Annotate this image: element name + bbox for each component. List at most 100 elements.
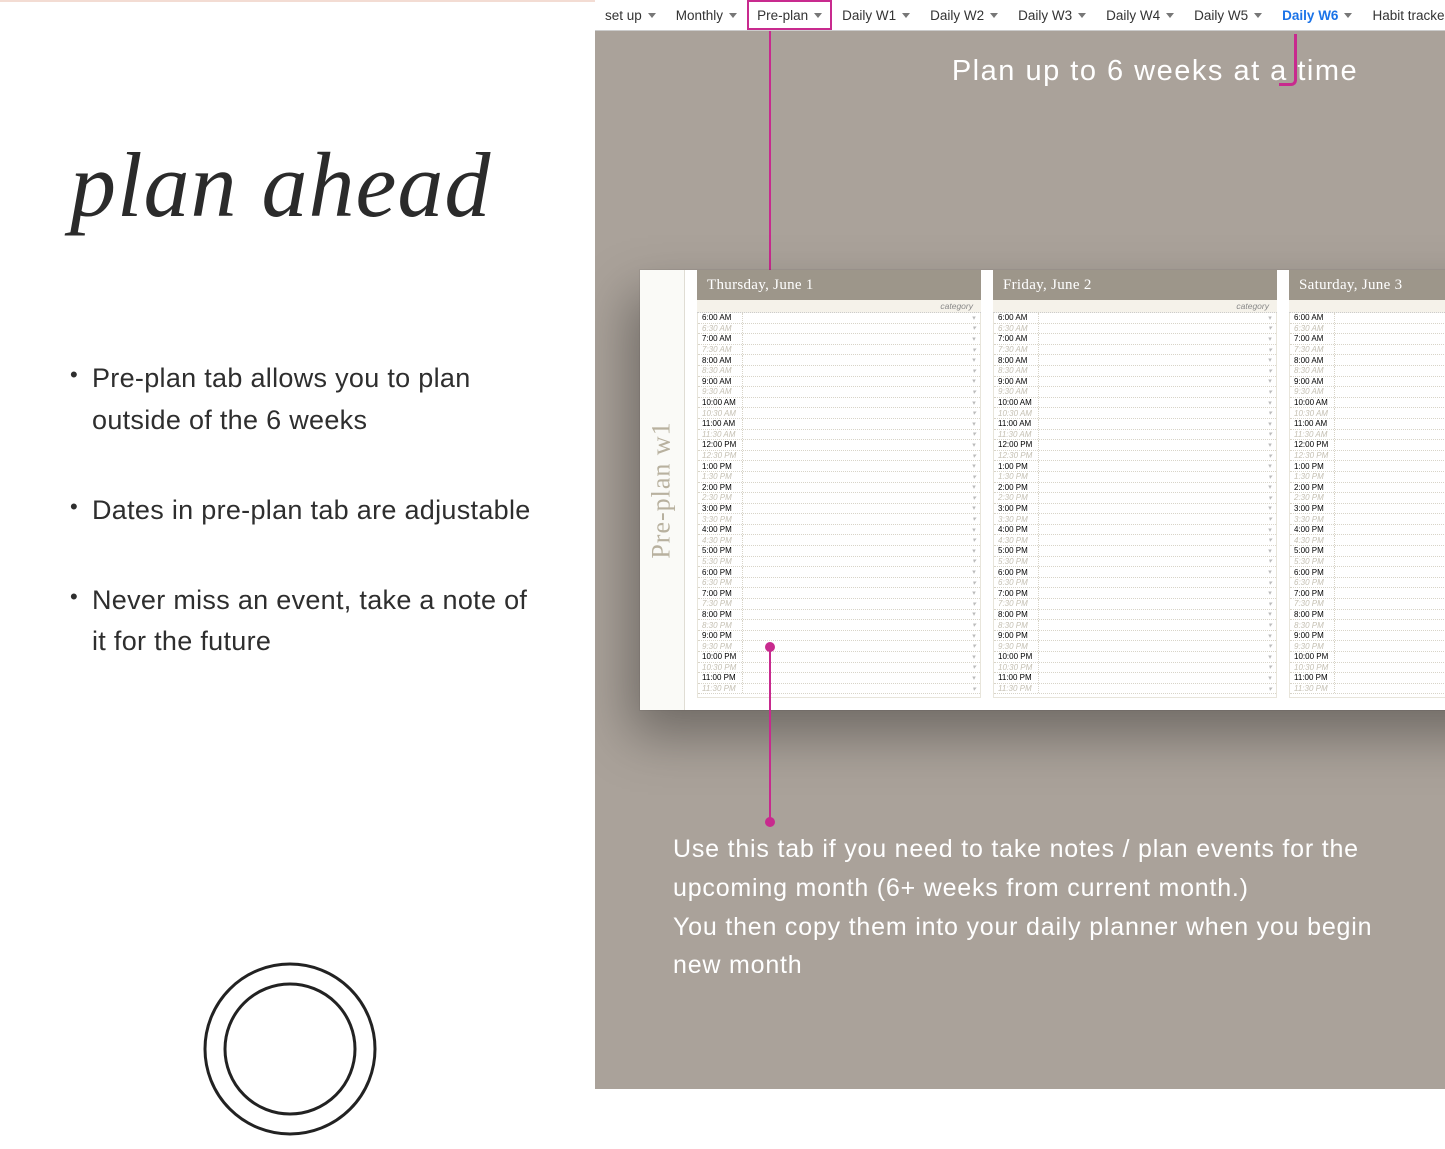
time-row[interactable]: 11:00 AM▾ [1290,419,1445,430]
chevron-down-icon[interactable]: ▾ [968,621,980,629]
time-cell[interactable] [1334,377,1445,387]
time-cell[interactable] [742,504,968,514]
time-row[interactable]: 9:00 AM▾ [994,377,1276,388]
time-row[interactable]: 3:30 PM▾ [994,514,1276,525]
time-row[interactable]: 11:30 PM▾ [1290,684,1445,695]
time-row[interactable]: 2:30 PM▾ [994,493,1276,504]
time-row[interactable]: 6:00 AM▾ [994,313,1276,324]
time-row[interactable]: 6:30 PM▾ [698,578,980,589]
time-cell[interactable] [1038,408,1264,418]
time-cell[interactable] [1334,535,1445,545]
chevron-down-icon[interactable]: ▾ [968,335,980,343]
time-row[interactable]: 11:30 AM▾ [698,430,980,441]
chevron-down-icon[interactable]: ▾ [968,600,980,608]
chevron-down-icon[interactable]: ▾ [968,557,980,565]
time-cell[interactable] [742,451,968,461]
time-cell[interactable] [742,578,968,588]
time-cell[interactable] [742,493,968,503]
time-row[interactable]: 10:30 PM▾ [1290,663,1445,674]
time-row[interactable]: 1:30 PM▾ [698,472,980,483]
chevron-down-icon[interactable]: ▾ [968,526,980,534]
time-row[interactable]: 7:30 AM▾ [698,345,980,356]
time-row[interactable]: 4:30 PM▾ [994,535,1276,546]
chevron-down-icon[interactable]: ▾ [968,674,980,682]
chevron-down-icon[interactable]: ▾ [1264,356,1276,364]
time-cell[interactable] [1038,557,1264,567]
time-cell[interactable] [742,324,968,334]
time-row[interactable]: 8:00 AM▾ [698,355,980,366]
time-cell[interactable] [1038,673,1264,683]
time-row[interactable]: 7:00 PM▾ [1290,588,1445,599]
chevron-down-icon[interactable]: ▾ [968,547,980,555]
chevron-down-icon[interactable]: ▾ [968,377,980,385]
time-cell[interactable] [742,535,968,545]
time-row[interactable]: 9:00 PM▾ [1290,631,1445,642]
time-cell[interactable] [1038,610,1264,620]
time-row[interactable]: 3:00 PM▾ [698,504,980,515]
time-row[interactable]: 9:30 PM▾ [994,641,1276,652]
chevron-down-icon[interactable] [729,13,737,18]
time-row[interactable]: 11:00 AM▾ [994,419,1276,430]
time-cell[interactable] [742,673,968,683]
time-row[interactable]: 11:30 PM▾ [994,684,1276,695]
time-cell[interactable] [1334,355,1445,365]
sheet-tab[interactable]: Daily W4 [1096,0,1184,30]
time-row[interactable]: 7:00 PM▾ [698,588,980,599]
time-cell[interactable] [742,345,968,355]
time-cell[interactable] [1038,504,1264,514]
time-cell[interactable] [742,641,968,651]
time-row[interactable]: 9:30 PM▾ [698,641,980,652]
time-cell[interactable] [742,419,968,429]
time-row[interactable]: 11:00 AM▾ [698,419,980,430]
time-cell[interactable] [1038,451,1264,461]
time-cell[interactable] [1334,684,1445,694]
time-cell[interactable] [1038,641,1264,651]
time-cell[interactable] [1038,567,1264,577]
time-cell[interactable] [1334,313,1445,323]
chevron-down-icon[interactable]: ▾ [968,367,980,375]
time-cell[interactable] [1038,419,1264,429]
time-cell[interactable] [1334,641,1445,651]
time-cell[interactable] [1038,366,1264,376]
chevron-down-icon[interactable]: ▾ [1264,685,1276,693]
chevron-down-icon[interactable]: ▾ [1264,642,1276,650]
chevron-down-icon[interactable]: ▾ [1264,568,1276,576]
time-row[interactable]: 3:30 PM▾ [698,514,980,525]
chevron-down-icon[interactable]: ▾ [1264,663,1276,671]
time-row[interactable]: 9:00 PM▾ [698,631,980,642]
sheet-tab[interactable]: Pre-plan [747,0,832,30]
time-row[interactable]: 11:00 PM▾ [698,673,980,684]
time-cell[interactable] [1334,387,1445,397]
time-row[interactable]: 9:30 AM▾ [1290,387,1445,398]
time-row[interactable]: 9:00 AM▾ [698,377,980,388]
time-row[interactable]: 1:00 PM▾ [698,461,980,472]
time-row[interactable]: 10:00 AM▾ [994,398,1276,409]
time-cell[interactable] [1334,366,1445,376]
time-row[interactable]: 6:30 AM▾ [994,324,1276,335]
time-row[interactable]: 6:30 AM▾ [698,324,980,335]
time-row[interactable]: 1:00 PM▾ [994,461,1276,472]
time-row[interactable]: 7:30 AM▾ [994,345,1276,356]
time-row[interactable]: 6:00 AM▾ [698,313,980,324]
time-row[interactable]: 7:00 AM▾ [698,334,980,345]
time-row[interactable]: 2:00 PM▾ [994,483,1276,494]
time-cell[interactable] [742,483,968,493]
time-row[interactable]: 10:00 PM▾ [1290,652,1445,663]
time-row[interactable]: 11:30 AM▾ [994,430,1276,441]
chevron-down-icon[interactable]: ▾ [1264,335,1276,343]
time-cell[interactable] [742,313,968,323]
time-cell[interactable] [742,525,968,535]
time-row[interactable]: 8:30 PM▾ [698,620,980,631]
chevron-down-icon[interactable]: ▾ [1264,600,1276,608]
time-cell[interactable] [742,610,968,620]
time-row[interactable]: 7:30 AM▾ [1290,345,1445,356]
time-cell[interactable] [1038,599,1264,609]
time-row[interactable]: 10:00 PM▾ [698,652,980,663]
chevron-down-icon[interactable]: ▾ [1264,452,1276,460]
time-cell[interactable] [1038,578,1264,588]
time-row[interactable]: 2:30 PM▾ [698,493,980,504]
time-cell[interactable] [1334,525,1445,535]
time-cell[interactable] [742,631,968,641]
time-cell[interactable] [1334,440,1445,450]
time-cell[interactable] [1334,588,1445,598]
